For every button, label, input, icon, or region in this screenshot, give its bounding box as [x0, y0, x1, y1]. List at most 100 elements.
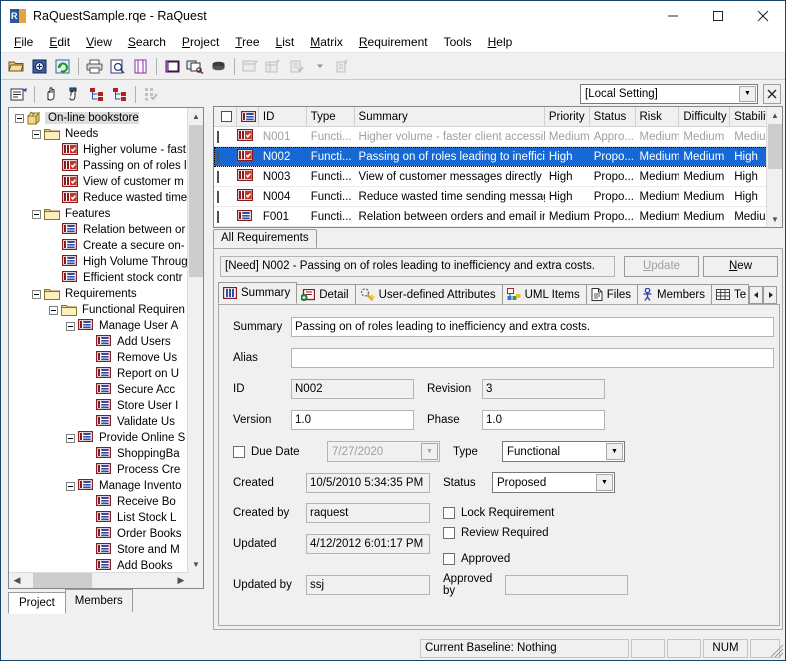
tree-h-thumb[interactable] [33, 573, 92, 588]
tree-node[interactable]: Reduce wasted time [9, 190, 189, 206]
new-requirement-icon[interactable] [239, 55, 262, 77]
dropdown-arrow-icon[interactable] [308, 55, 331, 77]
list-scroll-thumb[interactable] [768, 124, 782, 169]
row-checkbox[interactable] [217, 190, 219, 203]
chevron-down-icon[interactable]: ▼ [739, 85, 756, 102]
tree-collapse-toggle[interactable] [66, 433, 75, 443]
menu-requirement[interactable]: Requirement [351, 33, 436, 51]
new-matrix-icon[interactable] [262, 55, 285, 77]
due-date-picker[interactable]: 7/27/2020 ▼ [327, 441, 440, 462]
tab-te[interactable]: Te [710, 284, 750, 304]
alias-input[interactable] [291, 348, 774, 368]
status-chevron-down-icon[interactable]: ▼ [596, 474, 613, 491]
tree-collapse-toggle[interactable] [32, 289, 41, 299]
tab-summary[interactable]: Summary [218, 282, 298, 304]
hand-pointer-icon[interactable] [39, 83, 62, 105]
dictionary-icon[interactable] [161, 55, 184, 77]
search-document-icon[interactable] [184, 55, 207, 77]
tree-node[interactable]: Store and M [9, 542, 189, 558]
tabs-scroll-right-button[interactable] [763, 286, 778, 304]
tabs-scroll-left-button[interactable] [749, 286, 764, 304]
update-button[interactable]: Update [624, 255, 699, 277]
lock-requirement-checkbox[interactable] [443, 507, 455, 519]
tree-scroll-left-arrow[interactable]: ◀ [9, 573, 25, 588]
list-column-header[interactable]: Summary [355, 107, 545, 126]
tree-node[interactable]: Requirements [9, 286, 189, 302]
collapse-tree-icon[interactable] [108, 83, 131, 105]
version-input[interactable]: 1.0 [291, 410, 414, 430]
tree-scroll-up-arrow[interactable]: ▲ [188, 108, 203, 124]
status-combo[interactable]: Proposed ▼ [492, 472, 615, 493]
list-column-header[interactable]: Type [307, 107, 355, 126]
minimize-button[interactable] [650, 1, 695, 31]
tree-node[interactable]: Provide Online S [9, 430, 189, 446]
tab-uml-items[interactable]: UML Items [501, 284, 587, 304]
table-row[interactable]: F001 Functi... Relation between orders and… [214, 207, 782, 227]
print-icon[interactable] [83, 55, 106, 77]
approved-checkbox[interactable] [443, 553, 455, 565]
tree-scroll-thumb[interactable] [189, 125, 203, 277]
row-checkbox[interactable] [217, 150, 219, 163]
table-row[interactable]: N001 Functi... Higher volume - faster clie… [214, 127, 782, 147]
tree-node[interactable]: Relation between or [9, 222, 189, 238]
print-preview-icon[interactable] [106, 55, 129, 77]
menu-matrix[interactable]: Matrix [302, 33, 351, 51]
close-view-button[interactable] [763, 83, 781, 104]
expand-tree-icon[interactable] [85, 83, 108, 105]
list-scroll-down-arrow[interactable]: ▼ [767, 211, 782, 227]
tree-node[interactable]: Passing on of roles l [9, 158, 189, 174]
tree-node[interactable]: Store User I [9, 398, 189, 414]
tree-collapse-toggle[interactable] [15, 113, 24, 123]
due-date-checkbox[interactable] [233, 445, 245, 458]
tab-detail[interactable]: Detail [296, 284, 356, 304]
tree-node[interactable]: ShoppingBa [9, 446, 189, 462]
tree-node[interactable]: View of customer m [9, 174, 189, 190]
tab-members[interactable]: Members [64, 589, 133, 612]
menu-project[interactable]: Project [174, 33, 227, 51]
tree-h-track[interactable] [25, 573, 173, 588]
menu-view[interactable]: View [78, 33, 120, 51]
menu-file[interactable]: File [6, 33, 41, 51]
tree-node[interactable]: Functional Requiren [9, 302, 189, 318]
tab-project[interactable]: Project [8, 592, 66, 614]
tree-node[interactable]: Validate Us [9, 414, 189, 430]
tree-node[interactable]: List Stock L [9, 510, 189, 526]
database-icon[interactable] [207, 55, 230, 77]
type-chevron-down-icon[interactable]: ▼ [606, 443, 623, 460]
list-column-header[interactable]: Status [590, 107, 636, 126]
menu-tree[interactable]: Tree [227, 33, 267, 51]
type-combo[interactable]: Functional ▼ [502, 441, 625, 462]
table-row[interactable]: N003 Functi... View of customer messages d… [214, 167, 782, 187]
new-button[interactable]: New [703, 255, 778, 277]
tree-node[interactable]: Add Users [9, 334, 189, 350]
list-scroll-up-arrow[interactable]: ▲ [767, 107, 782, 123]
local-setting-combo[interactable]: [Local Setting] ▼ [580, 83, 758, 104]
tree-node[interactable]: Efficient stock contr [9, 270, 189, 286]
tree-collapse-toggle[interactable] [32, 209, 41, 219]
tree-node[interactable]: Report on U [9, 366, 189, 382]
menu-search[interactable]: Search [120, 33, 174, 51]
list-settings-icon[interactable] [285, 55, 308, 77]
tree-settings-icon[interactable] [331, 55, 354, 77]
save-project-icon[interactable] [28, 55, 51, 77]
tree-collapse-toggle[interactable] [66, 321, 75, 331]
list-column-header[interactable] [237, 107, 259, 126]
tree-node[interactable]: Features [9, 206, 189, 222]
phase-input[interactable]: 1.0 [482, 410, 605, 430]
requirements-list[interactable]: ID Type Summary Priority Status Risk Difficult… [213, 106, 783, 228]
report-icon[interactable] [129, 55, 152, 77]
tree-node[interactable]: Receive Bo [9, 494, 189, 510]
calendar-chevron-down-icon[interactable]: ▼ [421, 443, 438, 460]
maximize-button[interactable] [695, 1, 740, 31]
tree-node[interactable]: High Volume Throug [9, 254, 189, 270]
tab-members[interactable]: Members [637, 284, 712, 304]
tab-files[interactable]: Files [585, 284, 639, 304]
tree-node[interactable]: Create a secure on- [9, 238, 189, 254]
list-column-header[interactable] [214, 107, 237, 126]
hand-drag-icon[interactable] [62, 83, 85, 105]
tree-horizontal-scrollbar[interactable]: ◀ ▶ [9, 572, 189, 588]
tree-node[interactable]: Higher volume - fast [9, 142, 189, 158]
tree-node[interactable]: Manage Invento [9, 478, 189, 494]
tree-node[interactable]: Process Cre [9, 462, 189, 478]
tree-node[interactable]: Order Books [9, 526, 189, 542]
